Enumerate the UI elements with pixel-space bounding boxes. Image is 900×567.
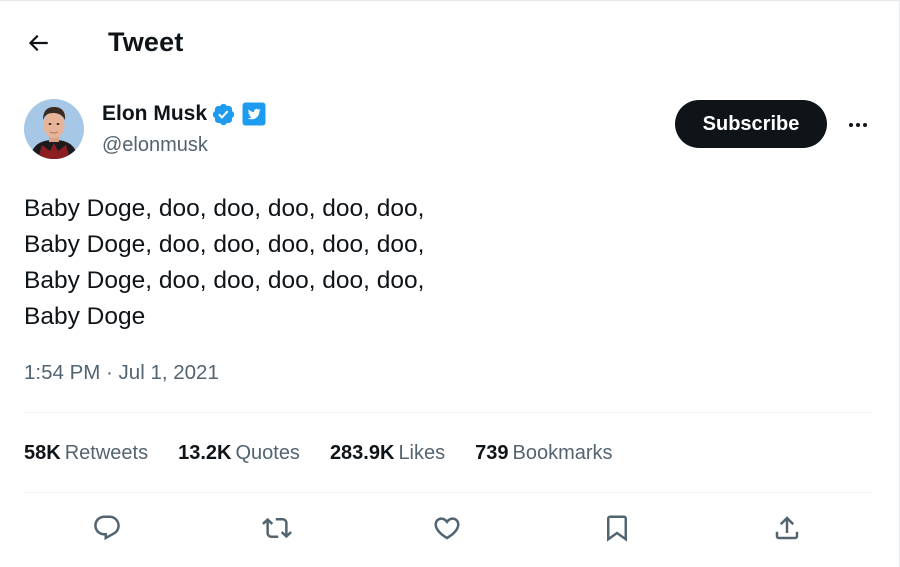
page-header: Tweet <box>0 1 898 83</box>
verified-badge-icon[interactable] <box>211 102 236 127</box>
likes-stat[interactable]: 283.9K Likes <box>330 438 445 468</box>
tweet-stats: 58K Retweets 13.2K Quotes 283.9K Likes 739 B… <box>24 438 643 468</box>
bookmarks-label: Bookmarks <box>512 442 613 464</box>
tweet-text-line: Baby Doge <box>24 303 146 330</box>
reply-icon <box>94 515 120 541</box>
page-title: Tweet <box>108 27 184 57</box>
avatar-image <box>24 99 84 159</box>
avatar[interactable] <box>24 99 84 159</box>
bookmark-icon <box>607 515 627 542</box>
heart-icon <box>434 517 460 540</box>
tweet-text-line: Baby Doge, doo, doo, doo, doo, doo, <box>24 267 425 294</box>
quotes-stat[interactable]: 13.2K Quotes <box>178 438 300 468</box>
quotes-label: Quotes <box>235 442 300 464</box>
twitter-bird-badge-icon[interactable] <box>242 102 266 126</box>
like-button[interactable] <box>425 506 469 550</box>
more-options-button[interactable] <box>840 107 876 143</box>
retweet-icon <box>262 517 292 539</box>
bookmarks-stat[interactable]: 739 Bookmarks <box>475 438 612 468</box>
divider <box>24 412 872 413</box>
bookmark-button[interactable] <box>595 506 639 550</box>
bookmarks-count: 739 <box>475 442 509 464</box>
retweets-count: 58K <box>24 442 61 464</box>
divider <box>24 492 872 493</box>
tweet-detail-page: Tweet Elon Musk @elonmusk Subscribe Baby… <box>0 0 900 567</box>
share-button[interactable] <box>765 506 809 550</box>
reply-button[interactable] <box>85 506 129 550</box>
tweet-timestamp[interactable]: 1:54 PM · Jul 1, 2021 <box>24 359 219 387</box>
tweet-text-line: Baby Doge, doo, doo, doo, doo, doo, <box>24 195 425 222</box>
quotes-count: 13.2K <box>178 442 232 464</box>
tweet-actions <box>24 506 872 550</box>
tweet-text: Baby Doge, doo, doo, doo, doo, doo, Baby… <box>24 191 844 335</box>
likes-label: Likes <box>398 442 446 464</box>
retweets-stat[interactable]: 58K Retweets <box>24 438 148 468</box>
tweet-text-line: Baby Doge, doo, doo, doo, doo, doo, <box>24 231 425 258</box>
retweet-button[interactable] <box>255 506 299 550</box>
arrow-left-icon <box>28 34 48 52</box>
author-display-name[interactable]: Elon Musk <box>102 99 207 129</box>
author-name-row: Elon Musk <box>102 99 266 129</box>
retweets-label: Retweets <box>64 442 149 464</box>
more-horizontal-icon <box>849 123 867 127</box>
share-icon <box>775 516 799 540</box>
likes-count: 283.9K <box>329 442 395 464</box>
subscribe-button[interactable]: Subscribe <box>675 100 827 148</box>
author-handle[interactable]: @elonmusk <box>102 132 208 158</box>
back-button[interactable] <box>20 25 56 61</box>
